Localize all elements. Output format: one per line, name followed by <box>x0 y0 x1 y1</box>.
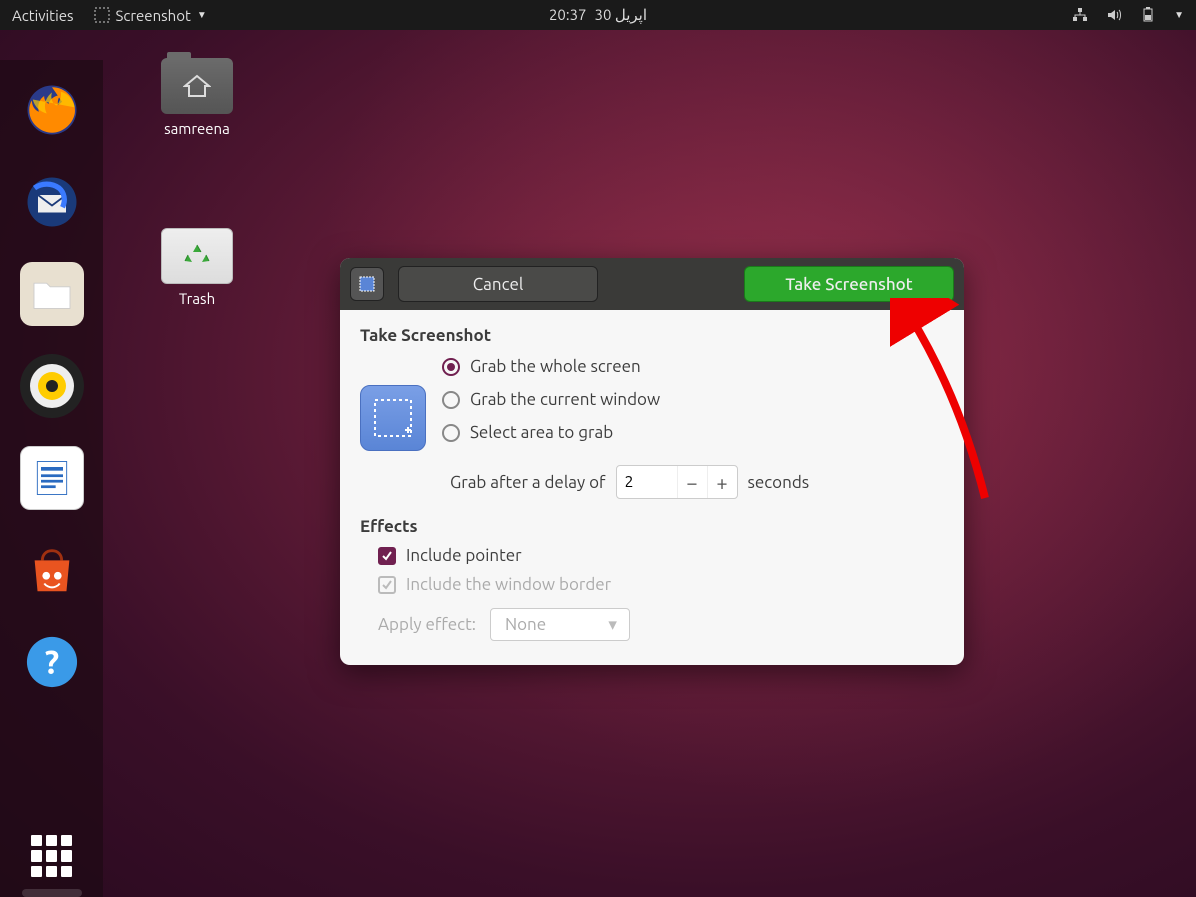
help-icon: ? <box>25 635 79 689</box>
network-icon <box>1072 7 1088 23</box>
trash-label: Trash <box>152 290 242 307</box>
screenshot-icon <box>358 275 376 293</box>
clock-time: 20:37 <box>549 6 587 24</box>
dock-separator <box>22 889 82 897</box>
apply-effect-label: Apply effect: <box>378 615 476 634</box>
home-icon <box>183 74 211 98</box>
clock-date: اپریل 30 <box>595 6 648 24</box>
effects-heading: Effects <box>360 517 944 536</box>
thunderbird-icon <box>24 174 80 230</box>
app-menu-label: Screenshot <box>116 7 191 24</box>
dock-files[interactable] <box>20 262 84 326</box>
chevron-down-icon: ▼ <box>197 9 207 21</box>
home-folder-label: samreena <box>152 120 242 137</box>
chevron-down-icon: ▼ <box>1174 9 1184 21</box>
radio-indicator <box>442 358 460 376</box>
apply-effect-combo: None <box>490 608 630 641</box>
dock-software[interactable] <box>20 538 84 602</box>
firefox-icon <box>24 82 80 138</box>
radio-whole-screen[interactable]: Grab the whole screen <box>442 357 660 376</box>
checkbox-indicator <box>378 547 396 565</box>
cancel-button[interactable]: Cancel <box>398 266 598 302</box>
radio-label: Grab the whole screen <box>470 357 641 376</box>
dock-rhythmbox[interactable] <box>20 354 84 418</box>
apply-effect-row: Apply effect: None <box>378 608 944 641</box>
app-menu[interactable]: Screenshot ▼ <box>94 7 207 24</box>
dock-writer[interactable] <box>20 446 84 510</box>
desktop: ? samreena Trash Cancel Take Screenshot … <box>0 30 1196 897</box>
delay-input[interactable] <box>617 473 677 491</box>
delay-decrement[interactable]: − <box>677 466 707 498</box>
trash-icon[interactable]: Trash <box>152 228 242 307</box>
checkbox-label: Include pointer <box>406 546 522 565</box>
dialog-app-icon <box>350 267 384 301</box>
take-screenshot-heading: Take Screenshot <box>360 326 944 345</box>
battery-icon <box>1140 7 1156 23</box>
radio-current-window[interactable]: Grab the current window <box>442 390 660 409</box>
activities-button[interactable]: Activities <box>12 7 74 24</box>
screenshot-mode-icon <box>360 385 426 451</box>
folder-icon <box>30 276 74 312</box>
checkbox-label: Include the window border <box>406 575 611 594</box>
speaker-icon <box>28 362 76 410</box>
dialog-header: Cancel Take Screenshot <box>340 258 964 310</box>
radio-label: Grab the current window <box>470 390 660 409</box>
dialog-body: Take Screenshot Grab the whole screen Gr… <box>340 310 964 665</box>
dock-help[interactable]: ? <box>20 630 84 694</box>
dock: ? <box>0 60 103 897</box>
radio-indicator <box>442 391 460 409</box>
delay-increment[interactable]: + <box>707 466 737 498</box>
clock-area[interactable]: 20:37 اپریل 30 <box>549 6 647 24</box>
checkbox-indicator <box>378 576 396 594</box>
delay-spinner[interactable]: − + <box>616 465 738 499</box>
volume-icon <box>1106 7 1122 23</box>
home-folder-icon[interactable]: samreena <box>152 58 242 137</box>
document-icon <box>30 456 74 500</box>
check-include-pointer[interactable]: Include pointer <box>378 546 944 565</box>
screenshot-icon <box>94 7 110 23</box>
show-applications[interactable] <box>31 835 73 877</box>
recycle-icon <box>182 241 212 271</box>
radio-indicator <box>442 424 460 442</box>
svg-text:?: ? <box>44 644 58 681</box>
delay-suffix: seconds <box>748 473 810 492</box>
top-panel: Activities Screenshot ▼ 20:37 اپریل 30 ▼ <box>0 0 1196 30</box>
take-screenshot-button[interactable]: Take Screenshot <box>744 266 954 302</box>
radio-select-area[interactable]: Select area to grab <box>442 423 660 442</box>
dock-firefox[interactable] <box>20 78 84 142</box>
shopping-bag-icon <box>25 543 79 597</box>
check-include-border: Include the window border <box>378 575 944 594</box>
select-area-icon <box>371 396 415 440</box>
delay-label: Grab after a delay of <box>450 473 606 492</box>
screenshot-dialog: Cancel Take Screenshot Take Screenshot G… <box>340 258 964 665</box>
radio-label: Select area to grab <box>470 423 613 442</box>
dock-thunderbird[interactable] <box>20 170 84 234</box>
status-area[interactable]: ▼ <box>1072 7 1184 23</box>
